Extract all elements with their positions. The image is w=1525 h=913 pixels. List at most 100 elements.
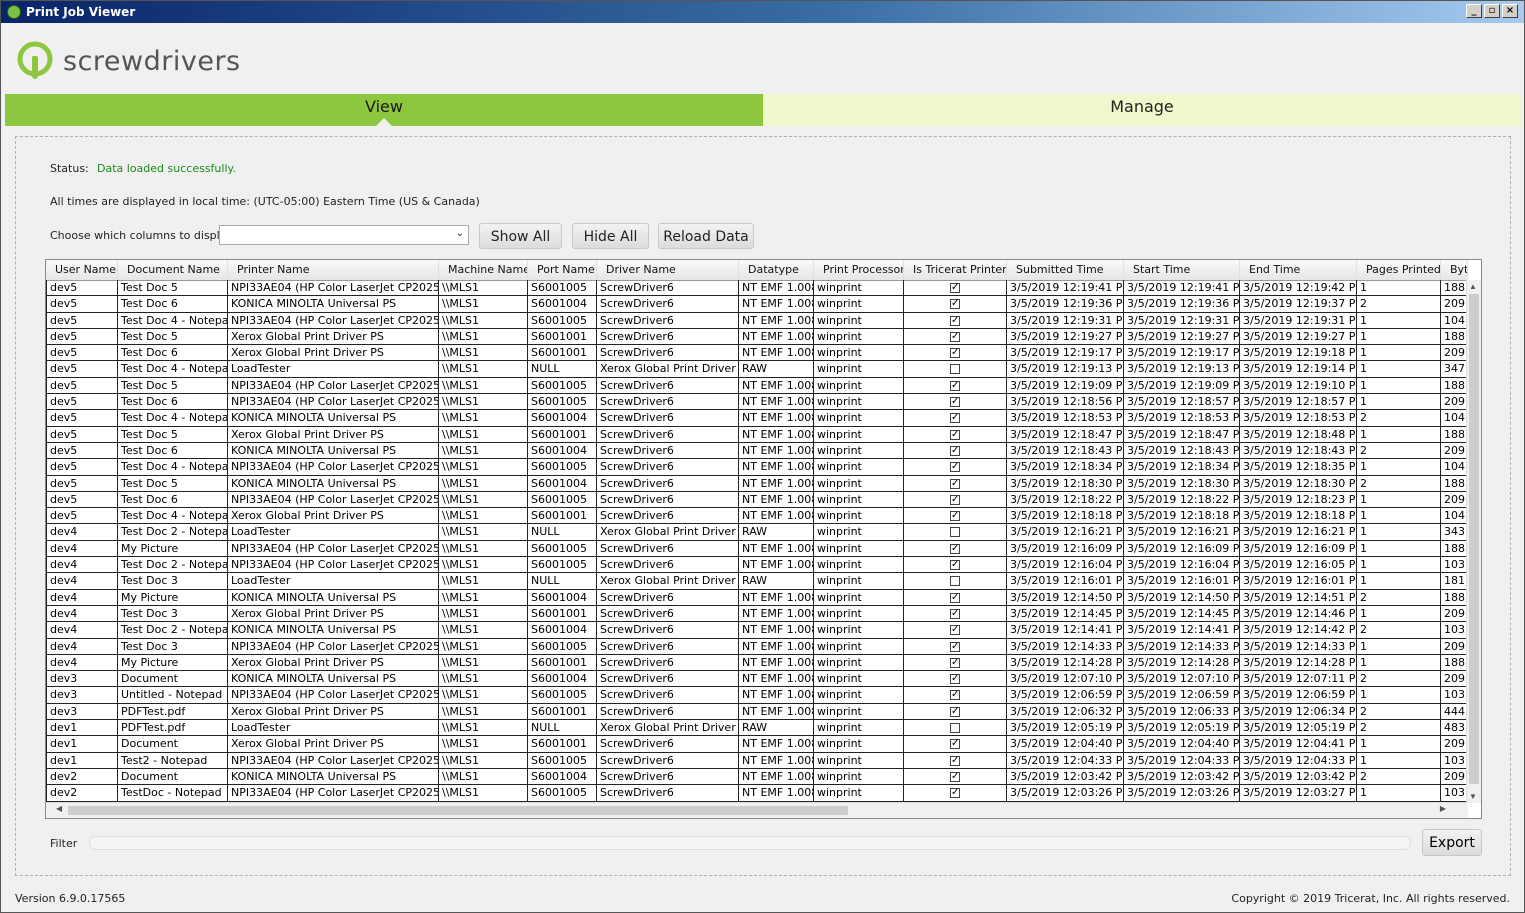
table-row[interactable]: dev5 Test Doc 4 - Notepad LoadTester \\MLS1… [46,361,1468,378]
checkbox-icon[interactable] [950,527,960,538]
col-header-datatype[interactable]: Datatype [739,260,814,280]
table-row[interactable]: dev3 Untitled - Notepad NPI33AE04 (HP Colo… [46,687,1468,704]
col-header-driver-name[interactable]: Driver Name [597,260,739,280]
col-header-print-processor[interactable]: Print Processor [814,260,904,280]
checkbox-icon[interactable] [950,348,960,359]
checkbox-icon[interactable] [950,657,960,668]
title-bar[interactable]: Print Job Viewer _ ▫ × [1,1,1524,23]
checkbox-icon[interactable] [950,315,960,326]
checkbox-icon[interactable] [950,380,960,391]
table-row[interactable]: dev5 Test Doc 4 - Notepad KONICA MINOLTA U… [46,410,1468,427]
checkbox-icon[interactable] [950,576,960,587]
checkbox-icon[interactable] [950,771,960,782]
table-row[interactable]: dev5 Test Doc 5 NPI33AE04 (HP Color LaserJ… [46,280,1468,297]
reload-data-button[interactable]: Reload Data [658,223,754,249]
vertical-scrollbar[interactable]: ▲ ▼ [1466,280,1481,803]
col-header-port-name[interactable]: Port Name [528,260,597,280]
scroll-left-icon[interactable]: ◀ [56,804,62,813]
table-row[interactable]: dev5 Test Doc 4 - Notepad Xerox Global Pri… [46,508,1468,525]
table-row[interactable]: dev4 Test Doc 2 - Notepad LoadTester \\MLS1… [46,524,1468,541]
checkbox-icon[interactable] [950,445,960,456]
scroll-up-icon[interactable]: ▲ [1469,282,1477,291]
table-row[interactable]: dev4 Test Doc 3 Xerox Global Print Driver … [46,605,1468,623]
hide-all-button[interactable]: Hide All [572,223,649,249]
table-row[interactable]: dev2 TestDoc - Notepad NPI33AE04 (HP Color… [46,785,1468,802]
checkbox-icon[interactable] [950,429,960,440]
horizontal-scroll-thumb[interactable] [68,806,848,815]
table-row[interactable]: dev5 Test Doc 6 NPI33AE04 (HP Color LaserJ… [46,394,1468,411]
checkbox-icon[interactable] [950,413,960,424]
table-row[interactable]: dev5 Test Doc 5 Xerox Global Print Driver … [46,426,1468,443]
table-row[interactable]: dev3 PDFTest.pdf Xerox Global Print Driver… [46,703,1468,721]
col-header-machine-name[interactable]: Machine Name [439,260,528,280]
checkbox-icon[interactable] [950,283,960,293]
table-row[interactable]: dev1 Test2 - Notepad NPI33AE04 (HP Color L… [46,752,1468,769]
table-row[interactable]: dev4 My Picture NPI33AE04 (HP Color LaserJ… [46,540,1468,558]
col-header-submitted-time[interactable]: Submitted Time [1007,260,1124,280]
vertical-scroll-thumb[interactable] [1469,294,1479,784]
table-row[interactable]: dev5 Test Doc 4 - Notepad NPI33AE04 (HP Co… [46,459,1468,476]
scroll-right-icon[interactable]: ▶ [1440,804,1446,813]
table-row[interactable]: dev5 Test Doc 6 NPI33AE04 (HP Color LaserJ… [46,491,1468,509]
col-header-is-tricerat-printer[interactable]: Is Tricerat Printer [904,260,1007,280]
checkbox-icon[interactable] [950,706,960,717]
col-header-document-name[interactable]: Document Name [118,260,228,280]
checkbox-icon[interactable] [950,592,960,603]
checkbox-icon[interactable] [950,755,960,766]
col-header-end-time[interactable]: End Time [1240,260,1357,280]
checkbox-icon[interactable] [950,674,960,685]
checkbox-icon[interactable] [950,299,960,310]
checkbox-icon[interactable] [950,543,960,554]
table-row[interactable]: dev4 Test Doc 2 - Notepad KONICA MINOLTA U… [46,622,1468,639]
table-row[interactable]: dev5 Test Doc 4 - Notepad NPI33AE04 (HP Co… [46,312,1468,329]
checkbox-icon[interactable] [950,494,960,505]
checkbox-icon[interactable] [950,331,960,342]
col-header-user-name[interactable]: User Name [46,260,118,280]
table-row[interactable]: dev5 Test Doc 6 Xerox Global Print Driver … [46,345,1468,362]
table-row[interactable]: dev4 My Picture Xerox Global Print Driver … [46,654,1468,672]
table-row[interactable]: dev4 Test Doc 2 - Notepad NPI33AE04 (HP Co… [46,557,1468,574]
table-row[interactable]: dev2 Document KONICA MINOLTA Universal PS \… [46,768,1468,786]
col-header-printer-name[interactable]: Printer Name [228,260,439,280]
checkbox-icon[interactable] [950,690,960,701]
scroll-down-icon[interactable]: ▼ [1469,792,1477,801]
chevron-down-icon[interactable]: ⌄ [456,228,464,239]
table-row[interactable]: dev4 My Picture KONICA MINOLTA Universal P… [46,589,1468,606]
table-row[interactable]: dev3 Document KONICA MINOLTA Universal PS \… [46,671,1468,688]
table-row[interactable]: dev1 PDFTest.pdf LoadTester \\MLS1 NULL Xerox… [46,720,1468,737]
minimize-button[interactable]: _ [1466,4,1482,18]
table-row[interactable]: dev5 Test Doc 5 Xerox Global Print Driver … [46,328,1468,346]
tab-manage[interactable]: Manage [763,94,1521,126]
table-row[interactable]: dev4 Test Doc 3 NPI33AE04 (HP Color LaserJ… [46,638,1468,655]
col-header-bytes[interactable]: Byt [1441,260,1468,280]
columns-chooser-select[interactable]: ⌄ [219,225,469,245]
table-row[interactable]: dev5 Test Doc 6 KONICA MINOLTA Universal P… [46,296,1468,313]
checkbox-icon[interactable] [950,788,960,799]
table-row[interactable]: dev1 Document Xerox Global Print Driver PS… [46,736,1468,753]
col-header-pages-printed[interactable]: Pages Printed [1357,260,1441,280]
export-button[interactable]: Export [1422,829,1482,856]
close-button[interactable]: × [1502,4,1518,18]
checkbox-icon[interactable] [950,608,960,619]
checkbox-icon[interactable] [950,723,960,734]
checkbox-icon[interactable] [950,478,960,489]
table-row[interactable]: dev4 Test Doc 3 LoadTester \\MLS1 NULL Xerox … [46,573,1468,590]
checkbox-icon[interactable] [950,560,960,571]
checkbox-icon[interactable] [950,462,960,473]
checkbox-icon[interactable] [950,364,960,375]
tab-view[interactable]: View [5,94,763,126]
table-row[interactable]: dev5 Test Doc 5 NPI33AE04 (HP Color LaserJ… [46,377,1468,395]
checkbox-icon[interactable] [950,739,960,750]
checkbox-icon[interactable] [950,511,960,522]
print-jobs-grid[interactable]: User Name Document Name Printer Name Machin… [45,259,1482,819]
checkbox-icon[interactable] [950,641,960,652]
filter-input[interactable] [89,836,1411,850]
restore-button[interactable]: ▫ [1484,4,1500,18]
col-header-start-time[interactable]: Start Time [1124,260,1240,280]
table-row[interactable]: dev5 Test Doc 5 KONICA MINOLTA Universal P… [46,475,1468,492]
table-row[interactable]: dev5 Test Doc 6 KONICA MINOLTA Universal P… [46,442,1468,460]
checkbox-icon[interactable] [950,625,960,636]
horizontal-scrollbar[interactable]: ◀ ▶ [46,802,1468,818]
checkbox-icon[interactable] [950,397,960,408]
show-all-button[interactable]: Show All [479,223,562,249]
